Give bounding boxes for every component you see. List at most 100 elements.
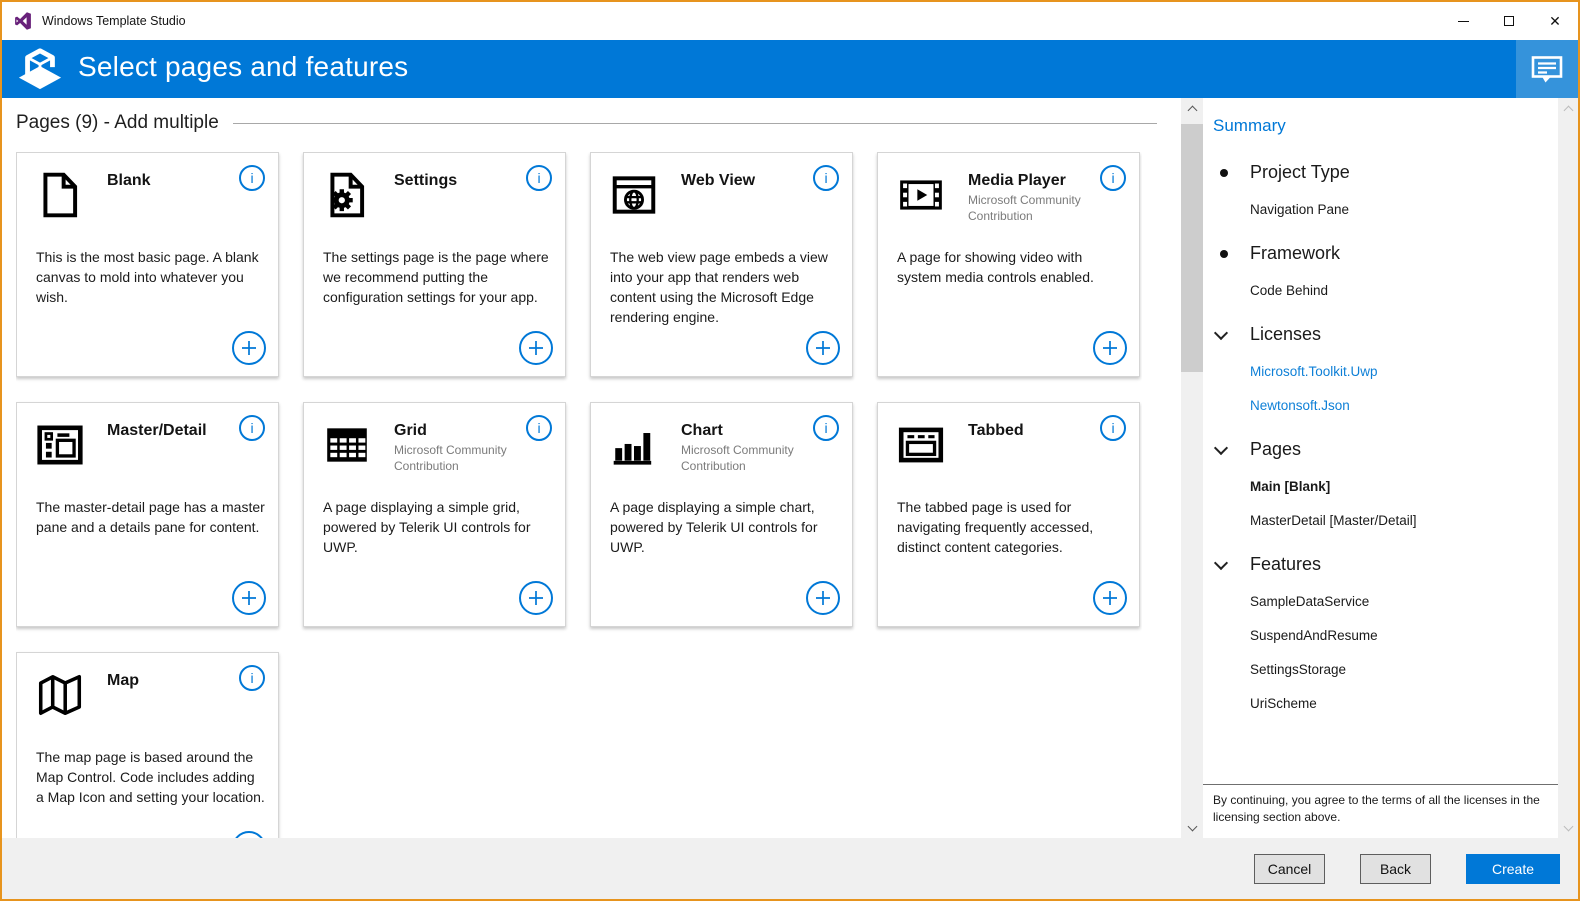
section-divider — [232, 122, 1157, 124]
add-icon[interactable] — [519, 581, 553, 615]
scroll-down-icon — [1187, 821, 1197, 831]
card-description: A page displaying a simple grid, powered… — [323, 499, 531, 556]
add-icon[interactable] — [519, 331, 553, 365]
add-icon[interactable] — [232, 581, 266, 615]
info-icon[interactable]: i — [239, 415, 265, 441]
add-icon[interactable] — [806, 581, 840, 615]
chevron-down-icon[interactable] — [1213, 555, 1229, 570]
window-title: Windows Template Studio — [42, 14, 186, 28]
card-head: Media Player Microsoft Community Contrib… — [968, 172, 1095, 224]
feedback-icon — [1531, 54, 1563, 84]
back-button[interactable]: Back — [1360, 853, 1431, 884]
scroll-down-button[interactable] — [1558, 818, 1578, 838]
card-blank[interactable]: Blank i This is the most basic page. A b… — [16, 152, 279, 377]
card-description: The map page is based around the Map Con… — [36, 749, 265, 806]
card-media-player[interactable]: Media Player Microsoft Community Contrib… — [877, 152, 1140, 377]
summary-title: Summary — [1213, 116, 1286, 135]
info-icon[interactable]: i — [239, 165, 265, 191]
footer-buttons: Cancel Back Create — [1254, 853, 1560, 884]
summary-sections: Project Type Navigation Pane Framework C… — [1203, 162, 1558, 711]
summary-item-urischeme: UriScheme — [1250, 696, 1317, 711]
create-button[interactable]: Create — [1466, 853, 1560, 884]
add-icon[interactable] — [806, 331, 840, 365]
close-icon: ✕ — [1549, 13, 1561, 29]
summary-section-header[interactable]: Features — [1203, 554, 1558, 575]
footer: Cancel Back Create — [2, 838, 1578, 899]
scroll-down-button[interactable] — [1181, 818, 1203, 838]
card-head: Grid Microsoft Community Contribution — [394, 422, 521, 474]
summary-section-header[interactable]: Licenses — [1203, 324, 1558, 345]
card-description: The tabbed page is used for navigating f… — [897, 499, 1094, 556]
summary-item-newtonsoft-json[interactable]: Newtonsoft.Json — [1203, 398, 1558, 413]
grid-icon — [322, 420, 372, 470]
chevron-down-icon[interactable] — [1213, 325, 1229, 340]
scroll-up-icon — [1563, 105, 1573, 115]
info-icon[interactable]: i — [1100, 165, 1126, 191]
scroll-down-icon — [1563, 821, 1573, 831]
content-scrollbar[interactable] — [1181, 98, 1203, 838]
card-map[interactable]: Map i The map page is based around the M… — [16, 652, 279, 838]
card-head: Chart Microsoft Community Contribution — [681, 422, 808, 474]
summary-item-main-blank: Main [Blank] — [1250, 479, 1331, 494]
summary-section-header[interactable]: Pages — [1203, 439, 1558, 460]
section-header: Pages (9) - Add multiple — [16, 112, 1157, 134]
info-icon[interactable]: i — [1100, 415, 1126, 441]
card-head: Settings — [394, 172, 521, 190]
scroll-up-button[interactable] — [1558, 98, 1578, 118]
feedback-button[interactable] — [1516, 40, 1578, 98]
summary-section-licenses: Licenses Microsoft.Toolkit.Uwp Newtonsoft… — [1203, 324, 1558, 413]
card-grid[interactable]: Grid Microsoft Community Contribution i … — [303, 402, 566, 627]
wts-logo-icon — [14, 46, 66, 92]
card-title: Web View — [681, 172, 756, 189]
summary-item-masterdetail-master-detail: MasterDetail [Master/Detail] — [1250, 513, 1417, 528]
maximize-icon — [1504, 16, 1514, 26]
info-icon[interactable]: i — [526, 165, 552, 191]
scrollbar-thumb[interactable] — [1181, 124, 1203, 372]
card-web-view[interactable]: Web View i The web view page embeds a vi… — [590, 152, 853, 377]
summary-section-label: Pages — [1250, 439, 1302, 459]
card-description: The web view page embeds a view into you… — [610, 249, 828, 326]
chevron-down-icon[interactable] — [1213, 440, 1229, 455]
add-icon[interactable] — [1093, 331, 1127, 365]
cancel-button[interactable]: Cancel — [1254, 853, 1325, 884]
app-header: Select pages and features — [2, 40, 1578, 98]
card-master-detail[interactable]: Master/Detail i The master-detail page h… — [16, 402, 279, 627]
card-settings[interactable]: Settings i The settings page is the page… — [303, 152, 566, 377]
card-subtitle: Microsoft Community Contribution — [681, 443, 794, 473]
scroll-up-icon — [1187, 105, 1197, 115]
card-head: Map — [107, 672, 234, 690]
card-subtitle: Microsoft Community Contribution — [394, 443, 507, 473]
page-title: Select pages and features — [78, 51, 409, 82]
close-button[interactable]: ✕ — [1532, 2, 1578, 40]
card-subtitle: Microsoft Community Contribution — [968, 193, 1081, 223]
card-chart[interactable]: Chart Microsoft Community Contribution i… — [590, 402, 853, 627]
window-controls: ✕ — [1440, 2, 1578, 40]
summary-item-sampledataservice: SampleDataService — [1250, 594, 1370, 609]
summary-item-microsoft-toolkit-uwp[interactable]: Microsoft.Toolkit.Uwp — [1203, 364, 1558, 379]
summary-section-framework: Framework Code Behind — [1203, 243, 1558, 298]
card-tabbed[interactable]: Tabbed i The tabbed page is used for nav… — [877, 402, 1140, 627]
card-description: This is the most basic page. A blank can… — [36, 249, 259, 306]
info-icon[interactable]: i — [813, 165, 839, 191]
maximize-button[interactable] — [1486, 2, 1532, 40]
section-title: Pages (9) - Add multiple — [16, 112, 219, 133]
add-icon[interactable] — [232, 331, 266, 365]
info-icon[interactable]: i — [239, 665, 265, 691]
info-icon[interactable]: i — [526, 415, 552, 441]
summary-section-label: Licenses — [1250, 324, 1322, 344]
card-head: Web View — [681, 172, 808, 190]
info-icon[interactable]: i — [813, 415, 839, 441]
card-head: Blank — [107, 172, 234, 190]
summary-item-suspendandresume: SuspendAndResume — [1250, 628, 1378, 643]
summary-section-header: Framework — [1203, 243, 1558, 264]
minimize-button[interactable] — [1440, 2, 1486, 40]
map-icon — [35, 670, 85, 720]
add-icon[interactable] — [232, 831, 266, 838]
card-title: Tabbed — [968, 422, 1024, 439]
master-detail-icon — [35, 420, 85, 470]
scroll-up-button[interactable] — [1181, 98, 1203, 118]
web-view-icon — [609, 170, 659, 220]
summary-scrollbar[interactable] — [1558, 98, 1578, 838]
add-icon[interactable] — [1093, 581, 1127, 615]
card-head: Master/Detail — [107, 422, 234, 440]
